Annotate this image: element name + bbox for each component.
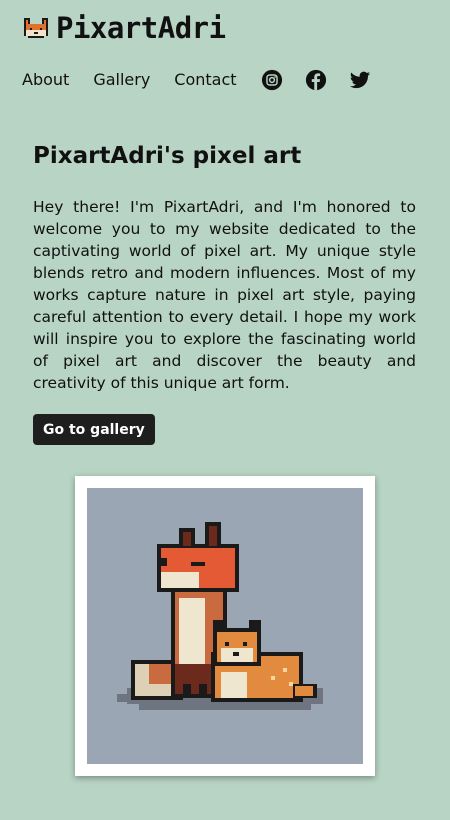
nav-link-about[interactable]: About (22, 66, 69, 94)
intro-paragraph: Hey there! I'm PixartAdri, and I'm honor… (33, 198, 416, 392)
featured-artwork-image (87, 488, 363, 764)
go-to-gallery-button[interactable]: Go to gallery (33, 414, 155, 445)
fox-logo-icon[interactable] (22, 14, 50, 42)
site-brand[interactable]: PixartAdri (56, 12, 226, 44)
instagram-icon[interactable] (261, 69, 283, 91)
featured-artwork-frame[interactable] (75, 476, 375, 776)
facebook-icon[interactable] (305, 69, 327, 91)
site-header: PixartAdri (22, 12, 226, 44)
nav-link-gallery[interactable]: Gallery (93, 66, 150, 94)
twitter-icon[interactable] (349, 69, 371, 91)
page-title: PixartAdri's pixel art (33, 143, 302, 169)
main-nav: About Gallery Contact (22, 66, 393, 94)
nav-link-contact[interactable]: Contact (174, 66, 236, 94)
